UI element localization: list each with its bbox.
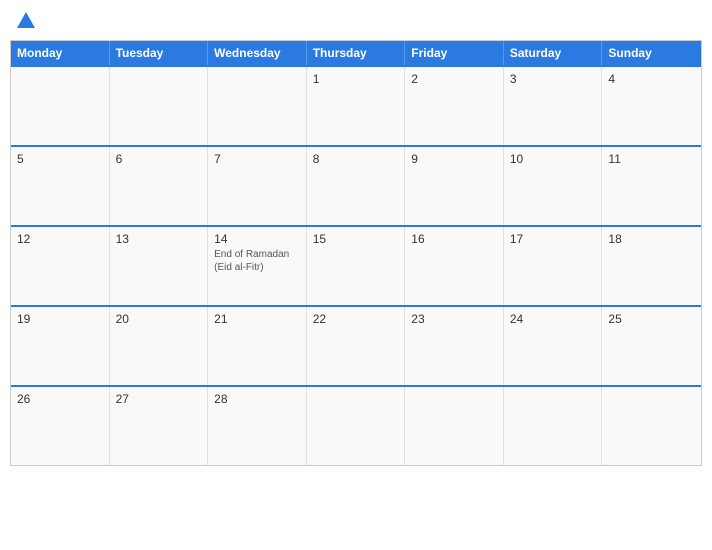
day-cell-4: 4 <box>602 67 701 145</box>
day-number: 20 <box>116 312 202 326</box>
empty-cell <box>208 67 307 145</box>
day-number: 15 <box>313 232 399 246</box>
empty-cell <box>504 387 603 465</box>
week-row-3: 19 20 21 22 23 24 25 <box>11 305 701 385</box>
day-cell-15: 15 <box>307 227 406 305</box>
day-cell-11: 11 <box>602 147 701 225</box>
day-cell-7: 7 <box>208 147 307 225</box>
day-cell-6: 6 <box>110 147 209 225</box>
day-number: 18 <box>608 232 695 246</box>
day-number: 22 <box>313 312 399 326</box>
weekday-header-friday: Friday <box>405 41 504 65</box>
day-cell-28: 28 <box>208 387 307 465</box>
day-cell-12: 12 <box>11 227 110 305</box>
day-cell-27: 27 <box>110 387 209 465</box>
day-event: End of Ramadan (Eid al-Fitr) <box>214 248 300 274</box>
day-number: 10 <box>510 152 596 166</box>
day-number: 11 <box>608 152 695 166</box>
day-cell-9: 9 <box>405 147 504 225</box>
day-cell-16: 16 <box>405 227 504 305</box>
logo <box>14 10 37 32</box>
day-cell-19: 19 <box>11 307 110 385</box>
day-number: 1 <box>313 72 399 86</box>
day-cell-17: 17 <box>504 227 603 305</box>
day-cell-20: 20 <box>110 307 209 385</box>
day-cell-25: 25 <box>602 307 701 385</box>
day-cell-24: 24 <box>504 307 603 385</box>
day-number: 27 <box>116 392 202 406</box>
weekday-header-saturday: Saturday <box>504 41 603 65</box>
day-cell-14: 14 End of Ramadan (Eid al-Fitr) <box>208 227 307 305</box>
day-cell-2: 2 <box>405 67 504 145</box>
empty-cell <box>11 67 110 145</box>
weekday-header-wednesday: Wednesday <box>208 41 307 65</box>
week-row-0: 1234 <box>11 65 701 145</box>
day-cell-1: 1 <box>307 67 406 145</box>
weekday-header-tuesday: Tuesday <box>110 41 209 65</box>
day-number: 28 <box>214 392 300 406</box>
empty-cell <box>110 67 209 145</box>
day-number: 17 <box>510 232 596 246</box>
day-number: 6 <box>116 152 202 166</box>
empty-cell <box>405 387 504 465</box>
week-row-4: 26 27 28 <box>11 385 701 465</box>
day-number: 9 <box>411 152 497 166</box>
day-cell-3: 3 <box>504 67 603 145</box>
day-cell-21: 21 <box>208 307 307 385</box>
day-number: 23 <box>411 312 497 326</box>
empty-cell <box>307 387 406 465</box>
day-number: 12 <box>17 232 103 246</box>
day-number: 25 <box>608 312 695 326</box>
day-cell-5: 5 <box>11 147 110 225</box>
calendar-page: MondayTuesdayWednesdayThursdayFridaySatu… <box>0 0 712 550</box>
day-cell-23: 23 <box>405 307 504 385</box>
weekday-header-monday: Monday <box>11 41 110 65</box>
calendar-body: 1234567891011121314End of Ramadan (Eid a… <box>11 65 701 465</box>
day-number: 26 <box>17 392 103 406</box>
calendar-header <box>10 10 702 32</box>
week-row-1: 56789 10 11 <box>11 145 701 225</box>
day-number: 14 <box>214 232 300 246</box>
day-number: 24 <box>510 312 596 326</box>
weekday-header-sunday: Sunday <box>602 41 701 65</box>
day-number: 3 <box>510 72 596 86</box>
calendar-grid: MondayTuesdayWednesdayThursdayFridaySatu… <box>10 40 702 466</box>
day-number: 16 <box>411 232 497 246</box>
day-number: 5 <box>17 152 103 166</box>
day-number: 13 <box>116 232 202 246</box>
day-cell-13: 13 <box>110 227 209 305</box>
day-cell-18: 18 <box>602 227 701 305</box>
logo-icon <box>15 10 37 32</box>
weekday-header-thursday: Thursday <box>307 41 406 65</box>
day-cell-10: 10 <box>504 147 603 225</box>
day-number: 2 <box>411 72 497 86</box>
day-number: 4 <box>608 72 695 86</box>
day-cell-26: 26 <box>11 387 110 465</box>
day-cell-8: 8 <box>307 147 406 225</box>
day-cell-22: 22 <box>307 307 406 385</box>
day-number: 7 <box>214 152 300 166</box>
day-number: 8 <box>313 152 399 166</box>
week-row-2: 12 13 14 End of Ramadan (Eid al-Fitr) 15 16 17… <box>11 225 701 305</box>
day-number: 19 <box>17 312 103 326</box>
day-number: 21 <box>214 312 300 326</box>
empty-cell <box>602 387 701 465</box>
weekday-header-row: MondayTuesdayWednesdayThursdayFridaySatu… <box>11 41 701 65</box>
